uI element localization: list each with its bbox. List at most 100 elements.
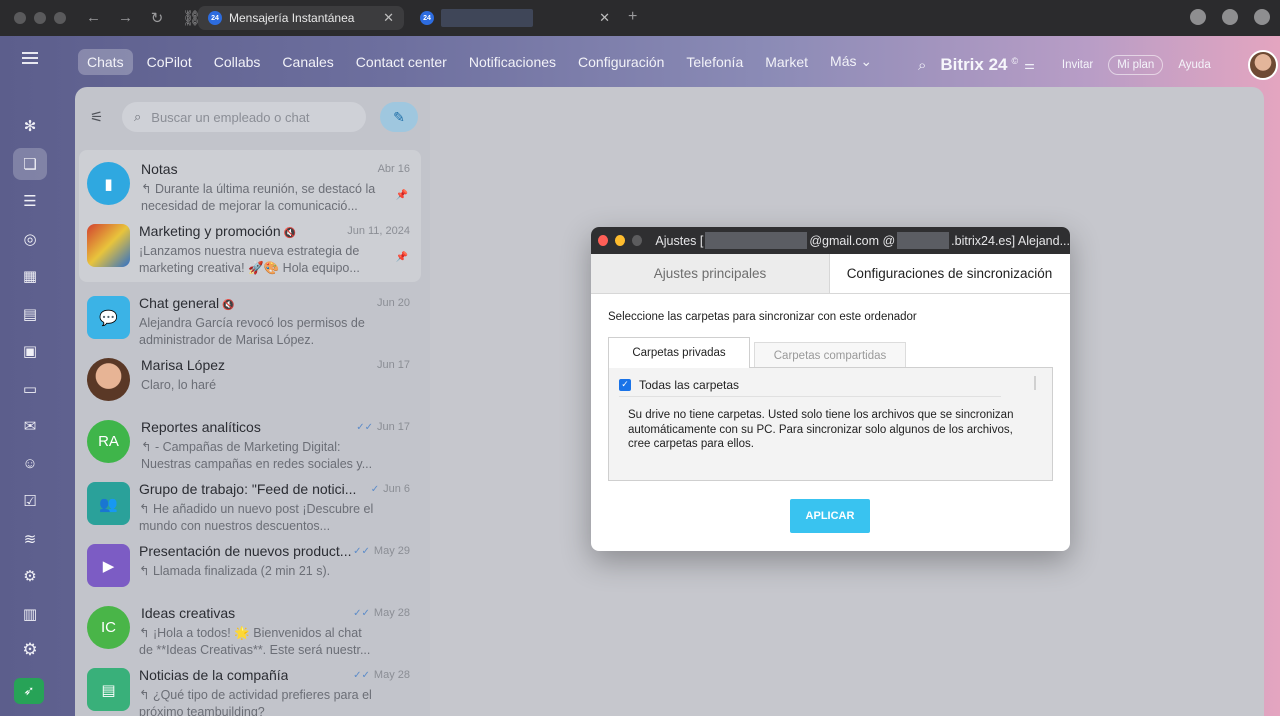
scrollbar[interactable]	[1034, 376, 1036, 390]
list-item[interactable]: IC Ideas creativas ✓✓ May 28 ↰ ¡Hola a to…	[75, 596, 430, 658]
apply-button[interactable]: APLICAR	[790, 499, 870, 533]
list-item[interactable]: ▶ Presentación de nuevos product... ✓✓ Ma…	[75, 534, 430, 596]
nav-notificaciones[interactable]: Notificaciones	[469, 54, 556, 70]
analytics-icon[interactable]: ▥	[13, 598, 47, 631]
header-right: ⌕ Bitrix 24 © ⚌ Invitar Mi plan Ayuda	[918, 50, 1278, 80]
zoom-dialog-button[interactable]	[632, 235, 643, 246]
chat-date: Jun 17	[376, 359, 410, 371]
rocket-icon[interactable]: ➶	[14, 678, 44, 704]
calendar-icon[interactable]: ▦	[13, 260, 47, 293]
title-mid: @gmail.com @	[809, 233, 896, 248]
list-item[interactable]: RA Reportes analíticos ✓✓ Jun 17 ↰ - Camp…	[75, 410, 430, 472]
chat-preview: Claro, lo haré	[141, 378, 217, 392]
nav-mas[interactable]: Más ⌄	[830, 53, 872, 70]
avatar	[87, 358, 130, 401]
drive-icon[interactable]: ▭	[13, 373, 47, 406]
list-item[interactable]: Marketing y promoción 🔇 Jun 11, 2024 ¡Lan…	[75, 214, 430, 276]
browser-toolbar: ← → ↻ ⛓ 24 Mensajería Instantánea ✕ 24 ✕…	[0, 0, 1280, 36]
chat-preview: ¡Lanzamos nuestra nueva estrategia de ma…	[139, 244, 360, 275]
list-item[interactable]: ▤ Noticias de la compañía ✓✓ May 28 ↰ ¿Qu…	[75, 658, 430, 716]
chat-title: Ideas creativas	[141, 605, 236, 621]
close-dialog-button[interactable]	[598, 235, 609, 246]
all-folders-row[interactable]: ✓ Todas las carpetas	[619, 373, 1001, 397]
nav-collabs[interactable]: Collabs	[214, 54, 261, 70]
filter-icon[interactable]: ⚟	[90, 108, 110, 126]
muted-icon: 🔇	[283, 228, 297, 239]
read-check-icon: ✓✓	[353, 608, 370, 619]
zoom-window-button[interactable]	[54, 12, 66, 24]
feed-icon[interactable]: ☰	[13, 185, 47, 218]
title-suffix: .bitrix24.es] Alejand...	[951, 233, 1070, 248]
boards-icon[interactable]: ▣	[13, 335, 47, 368]
chat-date-text: May 29	[373, 545, 410, 557]
help-button[interactable]: Ayuda	[1169, 55, 1219, 75]
nav-copilot[interactable]: CoPilot	[147, 54, 192, 70]
automation-icon[interactable]: ⚙	[13, 560, 47, 593]
tab-main-settings[interactable]: Ajustes principales	[591, 254, 830, 293]
news-icon: ▤	[87, 668, 130, 711]
collab-icon[interactable]: ◎	[13, 223, 47, 256]
nav-market[interactable]: Market	[765, 54, 808, 70]
bookmark-icon: ▮	[87, 162, 130, 205]
search-icon[interactable]: ⌕	[918, 57, 926, 74]
messenger-icon[interactable]: ❏	[13, 147, 47, 180]
close-tab-icon[interactable]: ✕	[599, 10, 610, 26]
minimize-window-button[interactable]	[34, 12, 46, 24]
invite-button[interactable]: Invitar	[1053, 55, 1102, 75]
chat-date-text: Jun 6	[383, 483, 410, 495]
back-icon[interactable]: ←	[86, 9, 101, 27]
my-plan-button[interactable]: Mi plan	[1108, 55, 1164, 75]
list-item[interactable]: Marisa López Jun 17 Claro, lo haré	[75, 348, 430, 410]
tasks-icon[interactable]: ☑	[13, 485, 47, 518]
browser-tab-second[interactable]: 24 ✕	[410, 6, 620, 30]
settings-icon[interactable]: ⚙	[13, 634, 47, 666]
minimize-dialog-button[interactable]	[615, 235, 626, 246]
video-icon: ▶	[87, 544, 130, 587]
copilot-icon[interactable]: ✻	[13, 110, 47, 143]
nav-chats[interactable]: Chats	[78, 48, 133, 75]
chat-date: ✓ Jun 6	[371, 483, 410, 495]
crm-icon[interactable]: ≋	[13, 523, 47, 556]
history-icon[interactable]	[1222, 9, 1238, 25]
reload-icon[interactable]: ↻	[150, 9, 164, 27]
contacts-icon[interactable]: ☺	[13, 448, 47, 481]
link-icon[interactable]: ⛓	[182, 9, 201, 27]
list-item[interactable]: ▮ Notas Abr 16 ↰ Durante la última reuni…	[75, 152, 430, 214]
cloud-icon[interactable]	[1254, 9, 1270, 25]
download-icon[interactable]	[1190, 9, 1206, 25]
muted-icon: 🔇	[222, 300, 235, 311]
nav-telefonia[interactable]: Telefonía	[686, 54, 743, 70]
close-tab-icon[interactable]: ✕	[383, 10, 394, 26]
list-item[interactable]: 💬 Chat general 🔇 Jun 20 Alejandra García …	[75, 286, 430, 348]
chat-date: ✓✓ May 29	[353, 545, 410, 557]
tab-shared-folders[interactable]: Carpetas compartidas	[754, 342, 906, 368]
chat-preview: ↰ He añadido un nuevo post ¡Descubre el …	[139, 502, 374, 533]
read-check-icon: ✓✓	[356, 422, 373, 433]
clock-icon: ©	[1011, 56, 1019, 66]
avatar-initials: IC	[87, 606, 130, 649]
browser-tab-active[interactable]: 24 Mensajería Instantánea ✕	[198, 6, 404, 30]
settings-dialog: Ajustes [ @gmail.com @ .bitrix24.es] Ale…	[591, 227, 1070, 551]
menu-icon[interactable]	[22, 52, 38, 64]
chat-date: Jun 20	[376, 297, 410, 309]
sliders-icon[interactable]: ⚌	[1024, 58, 1035, 72]
tab-sync-settings[interactable]: Configuraciones de sincronización	[830, 254, 1069, 293]
search-input[interactable]: ⌕ Buscar un empleado o chat	[122, 102, 366, 132]
nav-configuracion[interactable]: Configuración	[578, 54, 664, 70]
mail-icon[interactable]: ✉	[13, 410, 47, 443]
list-item[interactable]: 👥 Grupo de trabajo: "Feed de notici... ✓…	[75, 472, 430, 534]
chat-title: Reportes analíticos	[141, 419, 261, 435]
user-avatar[interactable]	[1247, 50, 1278, 80]
documents-icon[interactable]: ▤	[13, 298, 47, 331]
close-window-button[interactable]	[14, 12, 26, 24]
chat-title-text: Marketing y promoción	[139, 223, 281, 239]
chat-date-text: May 28	[373, 607, 410, 619]
nav-contact-center[interactable]: Contact center	[356, 54, 447, 70]
all-folders-checkbox[interactable]: ✓	[619, 378, 631, 391]
new-tab-button[interactable]: +	[628, 8, 637, 26]
forward-icon[interactable]: →	[118, 9, 133, 27]
nav-canales[interactable]: Canales	[282, 54, 333, 70]
tab-private-folders[interactable]: Carpetas privadas	[608, 337, 750, 368]
compose-button[interactable]: ✎	[380, 102, 418, 132]
instruction-text: Seleccione las carpetas para sincronizar…	[608, 311, 917, 323]
